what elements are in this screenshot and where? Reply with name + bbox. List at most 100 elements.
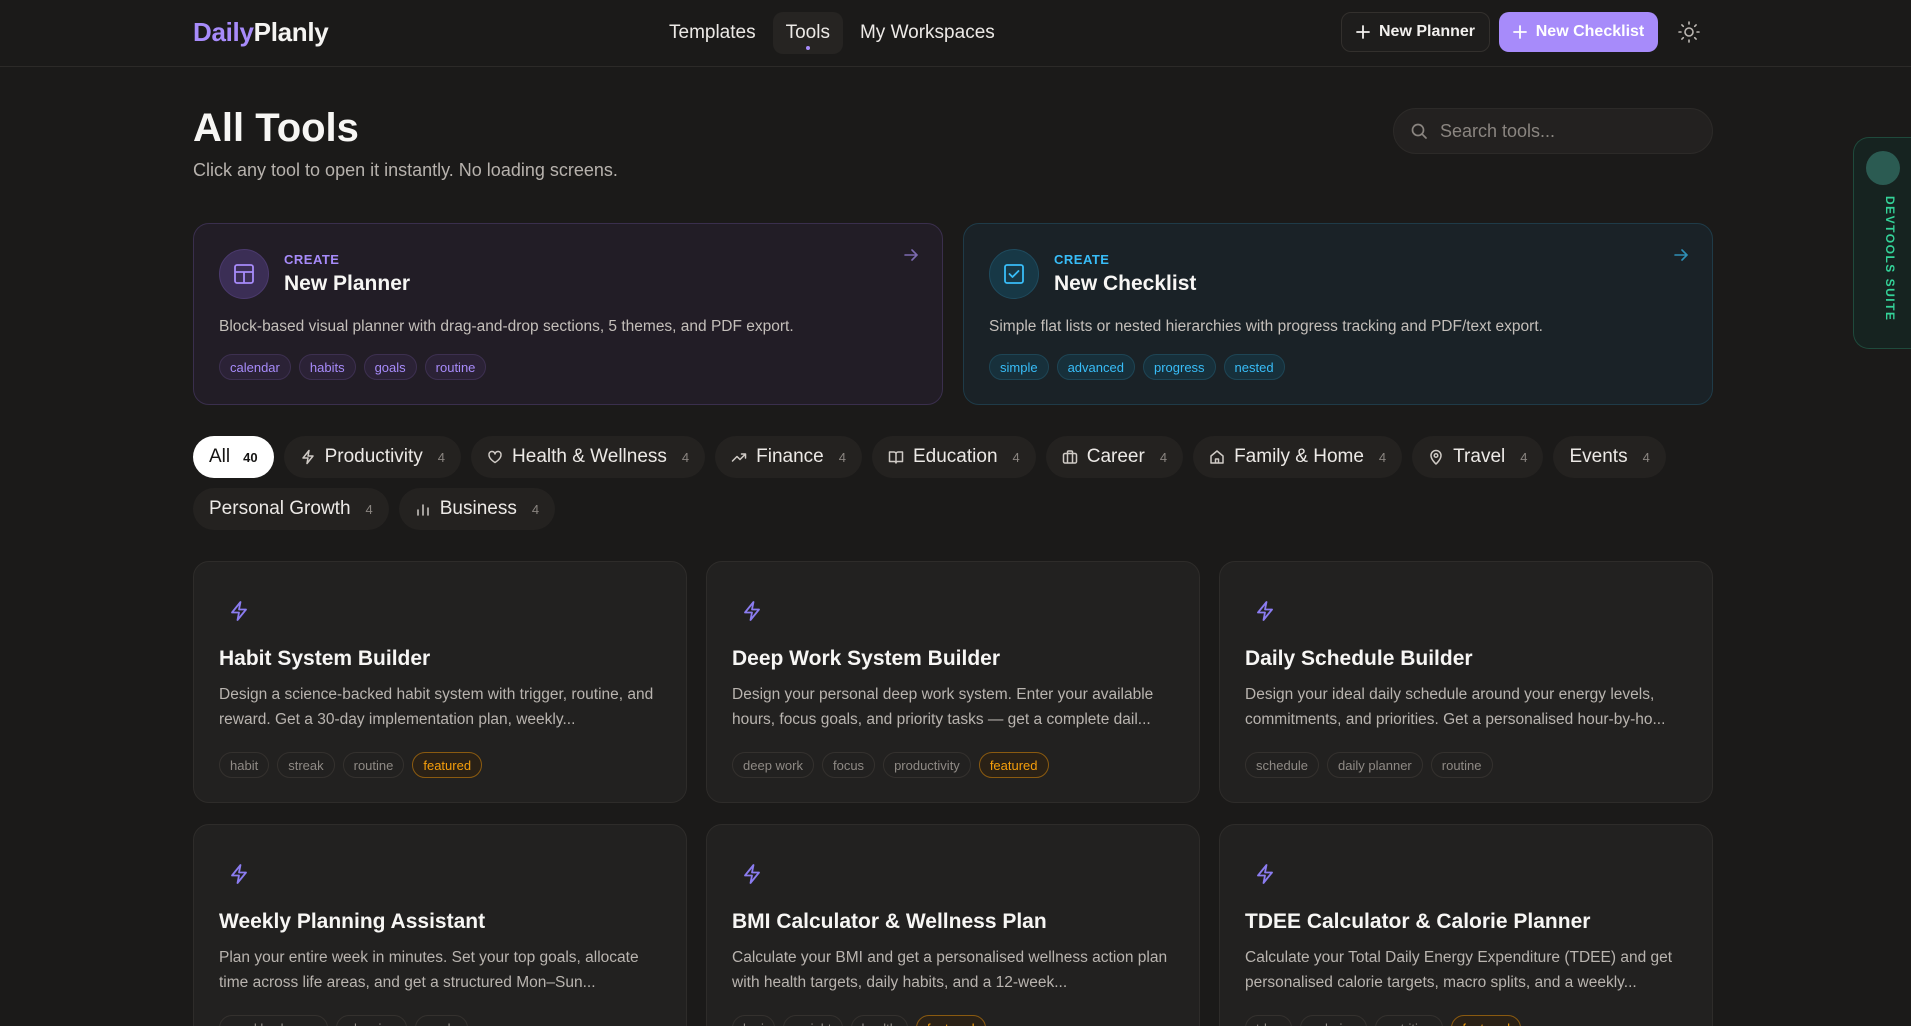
page-title: All Tools — [193, 106, 359, 150]
devtools-suite-tab[interactable]: DEVTOOLS SUITE — [1853, 137, 1911, 349]
tool-title: Daily Schedule Builder — [1245, 647, 1473, 670]
bolt-icon — [1257, 864, 1273, 884]
tag: simple — [989, 354, 1049, 380]
tag: deep work — [732, 752, 814, 778]
filter-family-home[interactable]: Family & Home 4 — [1193, 436, 1403, 478]
tool-tags: schedule daily planner routine — [1245, 752, 1493, 778]
card-description: Simple flat lists or nested hierarchies … — [989, 318, 1543, 335]
tool-description: Plan your entire week in minutes. Set yo… — [219, 949, 639, 991]
tag: routine — [424, 354, 487, 380]
tag: health — [850, 1015, 908, 1026]
filter-productivity[interactable]: Productivity 4 — [283, 436, 462, 478]
filter-finance[interactable]: Finance 4 — [715, 436, 862, 478]
tag: habits — [298, 354, 356, 380]
filter-count: 4 — [838, 449, 846, 465]
tool-description: Calculate your BMI and get a personalise… — [732, 949, 1168, 991]
filter-all[interactable]: All 40 — [193, 436, 274, 478]
card-title: New Checklist — [1054, 272, 1197, 295]
devtools-label: DEVTOOLS SUITE — [1883, 196, 1897, 322]
tag: nutrition — [1375, 1015, 1444, 1026]
tool-tags: weekly planner planning goals — [219, 1015, 468, 1026]
search-box — [1393, 108, 1713, 154]
trending-up-icon — [731, 453, 747, 462]
tag: daily planner — [1327, 752, 1423, 778]
tag: productivity — [883, 752, 971, 778]
nav-templates[interactable]: Templates — [656, 12, 769, 54]
search-icon — [1411, 123, 1427, 139]
new-planner-label: New Planner — [1378, 23, 1476, 40]
tag: weekly planner — [219, 1015, 328, 1026]
tool-card[interactable]: Habit System Builder Design a science-ba… — [193, 561, 687, 803]
filter-count: 4 — [1378, 449, 1387, 465]
search-input[interactable] — [1440, 120, 1690, 142]
bolt-icon — [231, 601, 247, 621]
tag: goals — [414, 1015, 468, 1026]
filter-personal-growth[interactable]: Personal Growth 4 — [193, 488, 389, 530]
filter-education[interactable]: Education 4 — [872, 436, 1036, 478]
filter-label: Events — [1569, 446, 1628, 467]
arrow-right-icon — [904, 249, 919, 261]
map-pin-icon — [1430, 449, 1442, 465]
filter-count: 40 — [243, 449, 258, 465]
tag: streak — [277, 752, 335, 778]
tool-tags: tdee calories nutrition featured — [1245, 1015, 1522, 1026]
category-filters: All 40 Productivity 4 Health & Wellness … — [193, 436, 1713, 530]
filter-label: Health & Wellness — [512, 446, 667, 467]
filter-business[interactable]: Business 4 — [398, 488, 556, 530]
tag: bmi — [732, 1015, 775, 1026]
logo[interactable]: DailyPlanly — [193, 17, 329, 48]
filter-career[interactable]: Career 4 — [1045, 436, 1184, 478]
tool-card[interactable]: TDEE Calculator & Calorie Planner Calcul… — [1219, 824, 1713, 1026]
filter-health-wellness[interactable]: Health & Wellness 4 — [471, 436, 706, 478]
filter-travel[interactable]: Travel 4 — [1412, 436, 1544, 478]
tool-tags: habit streak routine featured — [219, 752, 483, 778]
tool-title: Habit System Builder — [219, 647, 431, 670]
tag: calories — [1300, 1015, 1368, 1026]
filter-events[interactable]: Events 4 — [1553, 436, 1666, 478]
tool-description: Calculate your Total Daily Energy Expend… — [1245, 949, 1673, 991]
create-checklist-card[interactable]: CREATE New Checklist Simple flat lists o… — [963, 223, 1713, 405]
heart-icon — [488, 450, 502, 464]
nav-tools[interactable]: Tools — [772, 12, 843, 54]
tool-description: Design your personal deep work system. E… — [732, 686, 1154, 728]
logo-part-daily: Daily — [193, 17, 254, 47]
featured-badge: featured — [978, 752, 1049, 778]
tool-title: BMI Calculator & Wellness Plan — [732, 910, 1047, 933]
tag: schedule — [1245, 752, 1320, 778]
new-planner-button[interactable]: New Planner — [1341, 12, 1490, 52]
new-checklist-label: New Checklist — [1535, 23, 1645, 40]
briefcase-icon — [1062, 450, 1077, 464]
nav-my-workspaces[interactable]: My Workspaces — [847, 12, 1008, 54]
bar-chart-icon — [417, 504, 429, 516]
plus-icon — [1512, 25, 1527, 39]
create-planner-card[interactable]: CREATE New Planner Block-based visual pl… — [193, 223, 943, 405]
tool-tags: deep work focus productivity featured — [732, 752, 1049, 778]
card-title: New Planner — [284, 272, 411, 295]
filter-label: Education — [913, 446, 998, 467]
tool-card[interactable]: Weekly Planning Assistant Plan your enti… — [193, 824, 687, 1026]
bolt-icon — [231, 864, 247, 884]
new-checklist-button[interactable]: New Checklist — [1499, 12, 1658, 52]
tool-card[interactable]: BMI Calculator & Wellness Plan Calculate… — [706, 824, 1200, 1026]
featured-badge: featured — [915, 1015, 986, 1026]
featured-badge: featured — [1451, 1015, 1522, 1026]
main-nav: Templates Tools My Workspaces — [656, 12, 1008, 54]
filter-count: 4 — [681, 449, 690, 465]
card-kicker: CREATE — [1054, 252, 1110, 267]
filter-label: All — [209, 446, 231, 467]
tool-tags: bmi weight health featured — [732, 1015, 986, 1026]
tool-card[interactable]: Deep Work System Builder Design your per… — [706, 561, 1200, 803]
tag: planning — [335, 1015, 407, 1026]
arrow-right-icon — [1674, 249, 1689, 261]
plus-icon — [1356, 25, 1370, 39]
tag: advanced — [1056, 354, 1135, 380]
tag: weight — [782, 1015, 843, 1026]
card-kicker: CREATE — [284, 252, 340, 267]
filter-count: 4 — [365, 501, 373, 517]
tag: tdee — [1245, 1015, 1293, 1026]
tool-description: Design a science-backed habit system wit… — [219, 686, 654, 728]
tool-card[interactable]: Daily Schedule Builder Design your ideal… — [1219, 561, 1713, 803]
bolt-icon — [1257, 601, 1273, 621]
filter-label: Family & Home — [1234, 446, 1364, 467]
sun-icon[interactable] — [1677, 20, 1701, 44]
